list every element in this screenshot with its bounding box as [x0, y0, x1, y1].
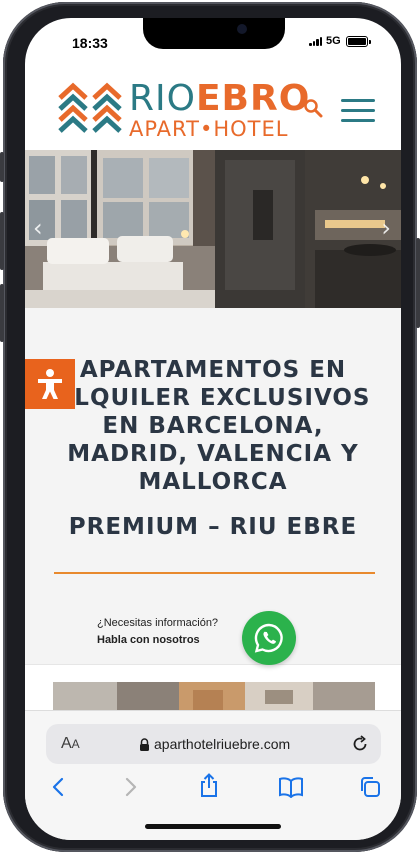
tabs-icon[interactable] — [359, 776, 381, 798]
bookmarks-icon[interactable] — [278, 776, 304, 798]
page-subtitle: PREMIUM – RIU EBRE — [68, 514, 358, 540]
signal-icon — [309, 37, 323, 46]
whatsapp-icon — [254, 623, 283, 653]
battery-icon — [346, 36, 371, 47]
notch — [143, 18, 285, 49]
forward-icon[interactable] — [124, 776, 138, 798]
back-icon[interactable] — [51, 776, 65, 798]
whatsapp-line2: Habla con nosotros — [97, 634, 200, 646]
mute-switch — [0, 152, 4, 182]
menu-icon[interactable] — [341, 99, 375, 123]
whatsapp-button[interactable] — [242, 611, 296, 665]
page-title: APARTAMENTOS EN ALQUILER EXCLUSIVOS EN B… — [55, 357, 371, 495]
reader-settings-button[interactable]: AA — [61, 735, 80, 753]
screen: 18:33 5G RIOEBRO APART•HOTEL ‹ › APARTAM… — [25, 18, 401, 840]
share-icon[interactable] — [198, 772, 220, 798]
volume-up-button — [0, 212, 4, 270]
site-header: RIOEBRO APART•HOTEL — [25, 70, 401, 150]
address-bar[interactable]: AA aparthotelriuebre.com — [46, 724, 381, 764]
accessibility-icon — [38, 369, 62, 399]
whatsapp-line1: ¿Necesitas información? — [97, 617, 219, 629]
phone-frame: 18:33 5G RIOEBRO APART•HOTEL ‹ › APARTAM… — [0, 2, 420, 852]
url-text: aparthotelriuebre.com — [154, 736, 291, 752]
logo-chevrons-icon[interactable] — [58, 82, 124, 136]
whatsapp-bubble[interactable]: ¿Necesitas información? Habla con nosotr… — [97, 615, 218, 649]
camera — [237, 24, 247, 34]
reload-icon[interactable] — [350, 734, 370, 754]
hero-bedroom-image — [25, 150, 401, 308]
search-icon[interactable] — [303, 98, 323, 118]
network-type: 5G — [326, 35, 341, 47]
brand-part2: EBRO — [195, 78, 311, 119]
brand-part1: RIO — [129, 78, 196, 119]
accessibility-button[interactable] — [25, 359, 75, 409]
intro-section: APARTAMENTOS EN ALQUILER EXCLUSIVOS EN B… — [25, 308, 401, 664]
hero-next-arrow[interactable]: › — [381, 214, 391, 242]
section-divider — [54, 572, 375, 574]
aa-large: A — [61, 735, 72, 752]
brand-logo[interactable]: RIOEBRO — [129, 80, 310, 117]
volume-down-button — [0, 284, 4, 342]
power-button — [416, 238, 420, 328]
hero-prev-arrow[interactable]: ‹ — [33, 214, 43, 242]
brand-subtitle: APART•HOTEL — [129, 117, 289, 141]
aa-small: A — [71, 737, 80, 751]
hero-slider[interactable]: ‹ › — [25, 150, 401, 308]
status-time: 18:33 — [72, 35, 108, 51]
lock-icon — [140, 738, 149, 751]
browser-nav-bar — [25, 773, 401, 810]
home-indicator — [145, 824, 281, 829]
